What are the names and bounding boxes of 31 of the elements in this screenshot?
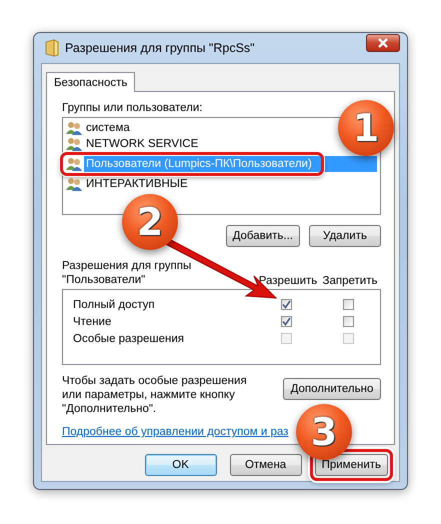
checkbox[interactable] xyxy=(343,316,354,327)
window-title: Разрешения для группы "RpcSs" xyxy=(65,41,256,55)
list-button[interactable]: Добавить... xyxy=(226,225,300,247)
permissions-label: Разрешения для группы "Пользователи" xyxy=(62,259,192,287)
close-button[interactable] xyxy=(366,34,400,52)
dialog-button[interactable]: Отмена xyxy=(230,454,302,476)
checkbox[interactable] xyxy=(343,299,354,310)
tab[interactable]: Безопасность xyxy=(46,72,136,92)
users-icon xyxy=(66,121,82,135)
column-header: Разрешить xyxy=(258,275,318,287)
list-item[interactable]: система xyxy=(84,120,132,136)
checkbox[interactable] xyxy=(281,299,292,310)
groups-label: Группы или пользователи: xyxy=(62,102,204,114)
permission-name: Особые разрешения xyxy=(73,332,186,344)
users-icon xyxy=(66,157,82,171)
checkbox[interactable] xyxy=(281,316,292,327)
list-item[interactable]: ИНТЕРАКТИВНЫЕ xyxy=(84,176,190,192)
list-button[interactable]: Удалить xyxy=(309,225,381,247)
close-icon xyxy=(377,38,389,48)
permission-name: Полный доступ xyxy=(73,298,156,310)
dialog-button[interactable]: OK xyxy=(144,454,217,476)
permission-name: Чтение xyxy=(73,316,112,328)
users-icon xyxy=(66,177,82,191)
dialog-button[interactable]: Применить xyxy=(314,454,388,476)
users-icon xyxy=(66,137,82,151)
column-header: Запретить xyxy=(322,275,378,287)
folder-icon xyxy=(45,39,59,57)
advanced-hint: Чтобы задать особые разрешения или параметры, нажмите кнопку "Дополнительно". xyxy=(62,374,248,416)
list-item[interactable]: NETWORK SERVICE xyxy=(84,136,200,152)
advanced-button[interactable]: Дополнительно xyxy=(283,378,381,400)
help-link[interactable]: Подробнее об управлении доступом и раз xyxy=(62,426,288,438)
